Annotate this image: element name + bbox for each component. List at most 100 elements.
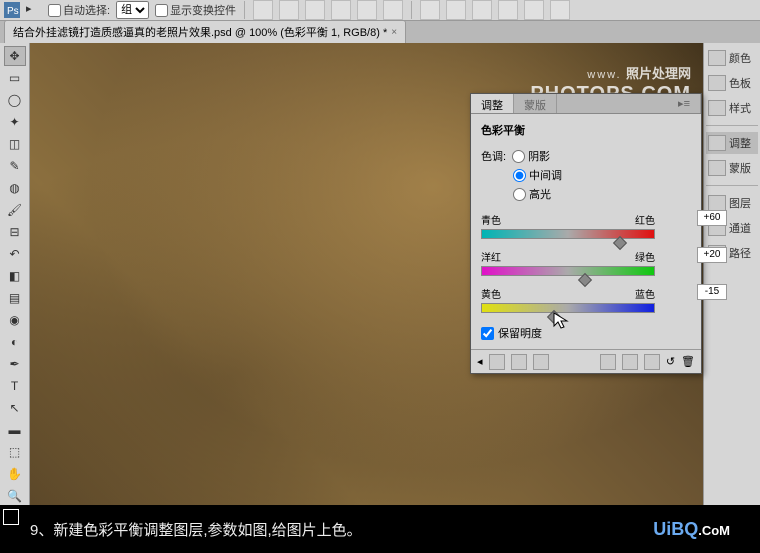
eyedropper-tool[interactable]: ✎ xyxy=(4,156,26,176)
panel-menu-icon[interactable]: ▸≡ xyxy=(668,94,701,113)
panel-swatches[interactable]: 色板 xyxy=(706,72,758,94)
dist-btn-2[interactable] xyxy=(446,0,466,20)
dist-btn-5[interactable] xyxy=(524,0,544,20)
zoom-tool[interactable]: 🔍 xyxy=(4,486,26,506)
cyan-red-slider[interactable] xyxy=(481,229,655,239)
align-btn-1[interactable] xyxy=(253,0,273,20)
magenta-green-slider[interactable] xyxy=(481,266,655,276)
reset-icon[interactable]: ↺ xyxy=(666,355,675,368)
panel-masks[interactable]: 蒙版 xyxy=(706,157,758,179)
path-tool[interactable]: ↖ xyxy=(4,398,26,418)
caption-text: 9、新建色彩平衡调整图层,参数如图,给图片上色。 xyxy=(30,519,362,540)
wand-tool[interactable]: ✦ xyxy=(4,112,26,132)
slider-thumb[interactable] xyxy=(613,236,627,250)
trash-icon[interactable]: 🗑 xyxy=(681,355,695,368)
radio-shadows[interactable]: 阴影 xyxy=(512,148,550,164)
dist-btn-4[interactable] xyxy=(498,0,518,20)
preserve-luminosity-checkbox[interactable]: 保留明度 xyxy=(481,325,691,341)
panel-footer: ◂ ↺ 🗑 xyxy=(471,349,701,373)
show-transform-label: 显示变换控件 xyxy=(170,2,236,18)
close-icon[interactable]: × xyxy=(391,27,397,38)
panel-body: 色彩平衡 色调: 阴影 中间调 高光 青色红色 +60 洋红绿色 +20 黄色蓝… xyxy=(471,114,701,349)
back-icon[interactable]: ◂ xyxy=(477,355,483,368)
blur-tool[interactable]: ◉ xyxy=(4,310,26,330)
cyan-red-slider-row: 青色红色 +60 xyxy=(481,212,691,239)
document-tab-title: 结合外挂滤镜打造质感逼真的老照片效果.psd @ 100% (色彩平衡 1, R… xyxy=(13,24,387,40)
marquee-tool[interactable]: ▭ xyxy=(4,68,26,88)
footer-btn-1[interactable] xyxy=(489,354,505,370)
foreground-color[interactable] xyxy=(3,509,19,525)
tab-masks[interactable]: 蒙版 xyxy=(514,94,557,113)
panel-separator xyxy=(706,125,758,126)
document-tab-bar: 结合外挂滤镜打造质感逼真的老照片效果.psd @ 100% (色彩平衡 1, R… xyxy=(0,21,760,43)
panel-tabs: 调整 蒙版 ▸≡ xyxy=(471,94,701,114)
stamp-tool[interactable]: ⊟ xyxy=(4,222,26,242)
svg-text:Ps: Ps xyxy=(7,6,19,17)
dist-btn-3[interactable] xyxy=(472,0,492,20)
yellow-blue-slider-row: 黄色蓝色 -15 xyxy=(481,286,691,313)
separator xyxy=(244,1,245,19)
adjustment-title: 色彩平衡 xyxy=(481,122,691,138)
panel-color[interactable]: 颜色 xyxy=(706,47,758,69)
slider-thumb[interactable] xyxy=(578,273,592,287)
yellow-label: 黄色 xyxy=(481,286,501,301)
align-btn-2[interactable] xyxy=(279,0,299,20)
brush-tool[interactable]: 🖌 xyxy=(4,200,26,220)
panel-adjustments[interactable]: 调整 xyxy=(706,132,758,154)
move-tool-icon: ▸ xyxy=(26,2,42,18)
color-icon xyxy=(708,50,726,66)
footer-btn-4[interactable] xyxy=(600,354,616,370)
watermark-cn: 照片处理网 xyxy=(626,66,691,81)
eraser-tool[interactable]: ◧ xyxy=(4,266,26,286)
magenta-label: 洋红 xyxy=(481,249,501,264)
dist-btn-6[interactable] xyxy=(550,0,570,20)
lasso-tool[interactable]: ◯ xyxy=(4,90,26,110)
yellow-blue-slider[interactable] xyxy=(481,303,655,313)
move-tool[interactable]: ✥ xyxy=(4,46,26,66)
radio-midtones[interactable]: 中间调 xyxy=(513,167,562,183)
heal-tool[interactable]: ◍ xyxy=(4,178,26,198)
red-label: 红色 xyxy=(635,212,655,227)
styles-icon xyxy=(708,100,726,116)
footer-btn-3[interactable] xyxy=(533,354,549,370)
history-brush-tool[interactable]: ↶ xyxy=(4,244,26,264)
layers-icon xyxy=(708,195,726,211)
show-transform-checkbox[interactable]: 显示变换控件 xyxy=(155,2,236,18)
align-btn-3[interactable] xyxy=(305,0,325,20)
pen-tool[interactable]: ✒ xyxy=(4,354,26,374)
clip-icon[interactable] xyxy=(622,354,638,370)
footer-btn-2[interactable] xyxy=(511,354,527,370)
visibility-icon[interactable] xyxy=(644,354,660,370)
type-tool[interactable]: T xyxy=(4,376,26,396)
hand-tool[interactable]: ✋ xyxy=(4,464,26,484)
dist-btn-1[interactable] xyxy=(420,0,440,20)
yellow-blue-value[interactable]: -15 xyxy=(697,284,727,300)
auto-select-dropdown[interactable]: 组 xyxy=(116,1,149,19)
site-logo: UiBQ.CoM xyxy=(653,519,730,540)
3d-tool[interactable]: ⬚ xyxy=(4,442,26,462)
tone-row: 色调: 阴影 xyxy=(481,148,691,164)
panel-styles[interactable]: 样式 xyxy=(706,97,758,119)
radio-highlights[interactable]: 高光 xyxy=(513,186,551,202)
cyan-red-value[interactable]: +60 xyxy=(697,210,727,226)
slider-thumb[interactable] xyxy=(547,310,561,324)
document-tab[interactable]: 结合外挂滤镜打造质感逼真的老照片效果.psd @ 100% (色彩平衡 1, R… xyxy=(4,20,406,43)
tab-adjustments[interactable]: 调整 xyxy=(471,94,514,113)
options-bar: Ps ▸ 自动选择: 组 显示变换控件 xyxy=(0,0,760,21)
color-balance-panel: 调整 蒙版 ▸≡ 色彩平衡 色调: 阴影 中间调 高光 青色红色 +60 洋红绿… xyxy=(470,93,702,374)
toolbox: ✥ ▭ ◯ ✦ ◫ ✎ ◍ 🖌 ⊟ ↶ ◧ ▤ ◉ ◐ ✒ T ↖ ▬ ⬚ ✋ … xyxy=(0,43,30,537)
shape-tool[interactable]: ▬ xyxy=(4,420,26,440)
crop-tool[interactable]: ◫ xyxy=(4,134,26,154)
panel-separator xyxy=(706,185,758,186)
tone-label: 色调: xyxy=(481,148,506,164)
auto-select-checkbox[interactable]: 自动选择: xyxy=(48,2,110,18)
align-btn-4[interactable] xyxy=(331,0,351,20)
align-btn-5[interactable] xyxy=(357,0,377,20)
dodge-tool[interactable]: ◐ xyxy=(4,332,26,352)
align-btn-6[interactable] xyxy=(383,0,403,20)
auto-select-label: 自动选择: xyxy=(63,2,110,18)
separator xyxy=(411,1,412,19)
magenta-green-value[interactable]: +20 xyxy=(697,247,727,263)
gradient-tool[interactable]: ▤ xyxy=(4,288,26,308)
ps-icon[interactable]: Ps xyxy=(4,2,20,18)
